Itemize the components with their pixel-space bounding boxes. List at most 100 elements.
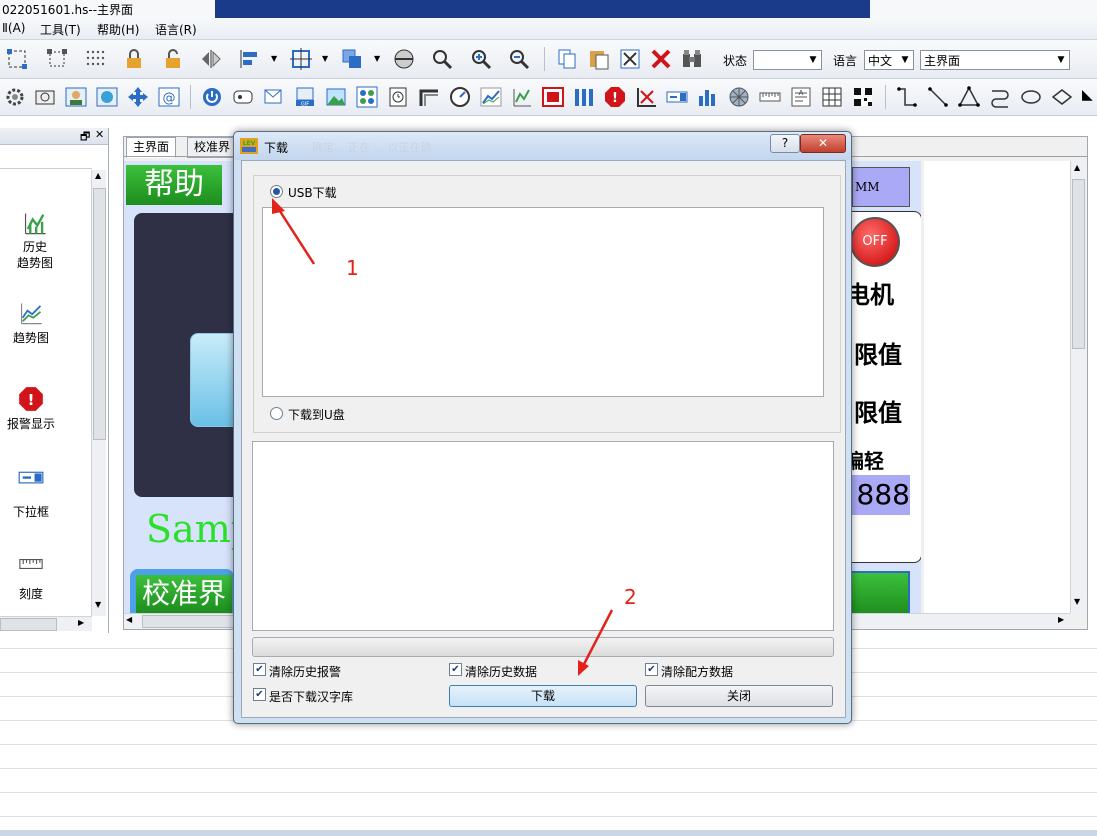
menu-item-tools[interactable]: 工具(T) <box>40 21 81 38</box>
table-icon[interactable] <box>821 86 843 108</box>
clear-history-label[interactable]: 清除历史数据 <box>465 663 537 680</box>
at-sign-icon[interactable]: @ <box>158 86 180 108</box>
user-icon[interactable] <box>65 86 87 108</box>
camera-icon[interactable] <box>34 86 56 108</box>
polygon-icon[interactable] <box>958 86 980 108</box>
scroll-down-icon[interactable]: ▼ <box>95 600 101 609</box>
diamond-icon[interactable] <box>1051 86 1073 108</box>
record-icon[interactable] <box>542 86 564 108</box>
language-select[interactable]: 中文 ▼ <box>864 50 914 70</box>
clear-recipe-checkbox[interactable]: ✔ <box>645 663 658 676</box>
history-trend-icon[interactable] <box>511 86 533 108</box>
clear-recipe-label[interactable]: 清除配方数据 <box>661 663 733 680</box>
help-button[interactable]: 帮助 <box>126 165 222 205</box>
power-icon[interactable] <box>201 86 223 108</box>
center-dropdown-arrow-icon[interactable]: ▼ <box>322 54 328 63</box>
dropdown-icon[interactable] <box>666 86 688 108</box>
settings-gear-icon[interactable] <box>4 86 26 108</box>
group-select-icon[interactable] <box>46 48 68 70</box>
menu-item-help[interactable]: 帮助(H) <box>97 21 139 38</box>
zoom-out-icon[interactable] <box>508 48 530 70</box>
panel-item-dropdown[interactable]: 下拉框 <box>0 464 66 520</box>
scale-icon[interactable] <box>759 86 781 108</box>
lock-icon[interactable] <box>123 48 145 70</box>
copy-icon[interactable] <box>556 48 578 70</box>
scrollbar-thumb[interactable] <box>1072 179 1085 349</box>
panel-item-trend[interactable]: 趋势图 <box>0 300 66 346</box>
udisk-download-label[interactable]: 下载到U盘 <box>288 406 345 423</box>
screen-select[interactable]: 主界面 ▼ <box>920 50 1070 70</box>
close-button[interactable]: 关闭 <box>645 685 833 707</box>
download-log-box[interactable] <box>252 441 834 631</box>
pipe-icon[interactable] <box>418 86 440 108</box>
move-arrows-icon[interactable] <box>127 86 149 108</box>
tab-main[interactable]: 主界面 <box>126 137 177 158</box>
bar-chart-icon[interactable] <box>697 86 719 108</box>
workspace-vertical-scrollbar[interactable]: ▲ ▼ <box>1070 161 1085 613</box>
ellipse-icon[interactable] <box>1020 86 1042 108</box>
unlock-icon[interactable] <box>162 48 184 70</box>
image-icon[interactable] <box>325 86 347 108</box>
more-tools-icon[interactable]: ◣ <box>1082 87 1097 109</box>
off-button[interactable]: OFF <box>850 217 900 267</box>
qr-code-icon[interactable] <box>852 86 874 108</box>
usb-device-list[interactable] <box>262 207 824 397</box>
scrollbar-thumb[interactable] <box>93 188 106 440</box>
download-font-label[interactable]: 是否下载汉字库 <box>269 688 353 705</box>
menu-item-language[interactable]: 语言(R) <box>155 21 197 38</box>
panel-horizontal-scrollbar[interactable]: ▶ <box>0 616 92 631</box>
usb-download-label[interactable]: USB下载 <box>288 184 337 201</box>
globe-icon[interactable] <box>96 86 118 108</box>
indicator-icon[interactable] <box>356 86 378 108</box>
center-icon[interactable] <box>290 48 312 70</box>
key-button-icon[interactable] <box>232 86 254 108</box>
curve-icon[interactable] <box>989 86 1011 108</box>
scroll-up-icon[interactable]: ▲ <box>1074 163 1080 172</box>
udisk-download-radio[interactable] <box>270 407 283 420</box>
message-icon[interactable] <box>263 86 285 108</box>
delete-icon[interactable] <box>650 48 672 70</box>
xy-plot-icon[interactable] <box>635 86 657 108</box>
panel-item-history-trend[interactable]: 历史 趋势图 <box>0 210 70 271</box>
clear-history-checkbox[interactable]: ✔ <box>449 663 462 676</box>
line-icon[interactable] <box>927 86 949 108</box>
panel-item-alarm-display[interactable]: ! 报警显示 <box>0 386 66 432</box>
scroll-left-icon[interactable]: ◀ <box>126 615 132 624</box>
pie-chart-icon[interactable] <box>728 86 750 108</box>
zoom-in-icon[interactable] <box>470 48 492 70</box>
bars-icon[interactable] <box>573 86 595 108</box>
scroll-right-icon[interactable]: ▶ <box>78 618 84 627</box>
text-box-icon[interactable]: A <box>790 86 812 108</box>
pin-icon[interactable]: 🗗 <box>80 128 90 147</box>
state-select[interactable]: ▼ <box>753 50 822 70</box>
scroll-down-icon[interactable]: ▼ <box>1074 597 1080 606</box>
scrollbar-thumb[interactable] <box>0 618 57 631</box>
flip-icon[interactable] <box>200 48 222 70</box>
align-dropdown-arrow-icon[interactable]: ▼ <box>271 54 277 63</box>
paste-icon[interactable] <box>588 48 610 70</box>
close-icon[interactable]: ✕ <box>95 128 104 141</box>
zoom-icon[interactable] <box>431 48 453 70</box>
trend-chart-icon[interactable] <box>480 86 502 108</box>
download-font-checkbox[interactable]: ✔ <box>253 688 266 701</box>
dialog-titlebar[interactable]: LEV 下载 确定... 正在 ... 以正在确 ? ✕ <box>234 132 851 160</box>
polyline-icon[interactable] <box>896 86 918 108</box>
scroll-up-icon[interactable]: ▲ <box>95 171 101 180</box>
usb-download-radio[interactable] <box>270 185 283 198</box>
clock-icon[interactable] <box>387 86 409 108</box>
align-left-icon[interactable] <box>239 48 261 70</box>
scroll-right-icon[interactable]: ▶ <box>1058 615 1064 624</box>
download-button[interactable]: 下载 <box>449 685 637 707</box>
dialog-help-button[interactable]: ? <box>770 134 800 153</box>
calibration-button[interactable]: 校准界 <box>136 575 232 613</box>
tab-calibration[interactable]: 校准界 <box>187 137 238 158</box>
binoculars-icon[interactable] <box>681 48 703 70</box>
layer-dropdown-arrow-icon[interactable]: ▼ <box>374 54 380 63</box>
gauge-icon[interactable] <box>449 86 471 108</box>
rotate-icon[interactable] <box>393 48 415 70</box>
alarm-icon[interactable]: ! <box>604 86 626 108</box>
grid-icon[interactable] <box>84 48 106 70</box>
panel-item-scale[interactable]: 刻度 <box>0 554 66 602</box>
select-icon[interactable] <box>6 48 28 70</box>
dialog-close-x-button[interactable]: ✕ <box>800 134 846 153</box>
